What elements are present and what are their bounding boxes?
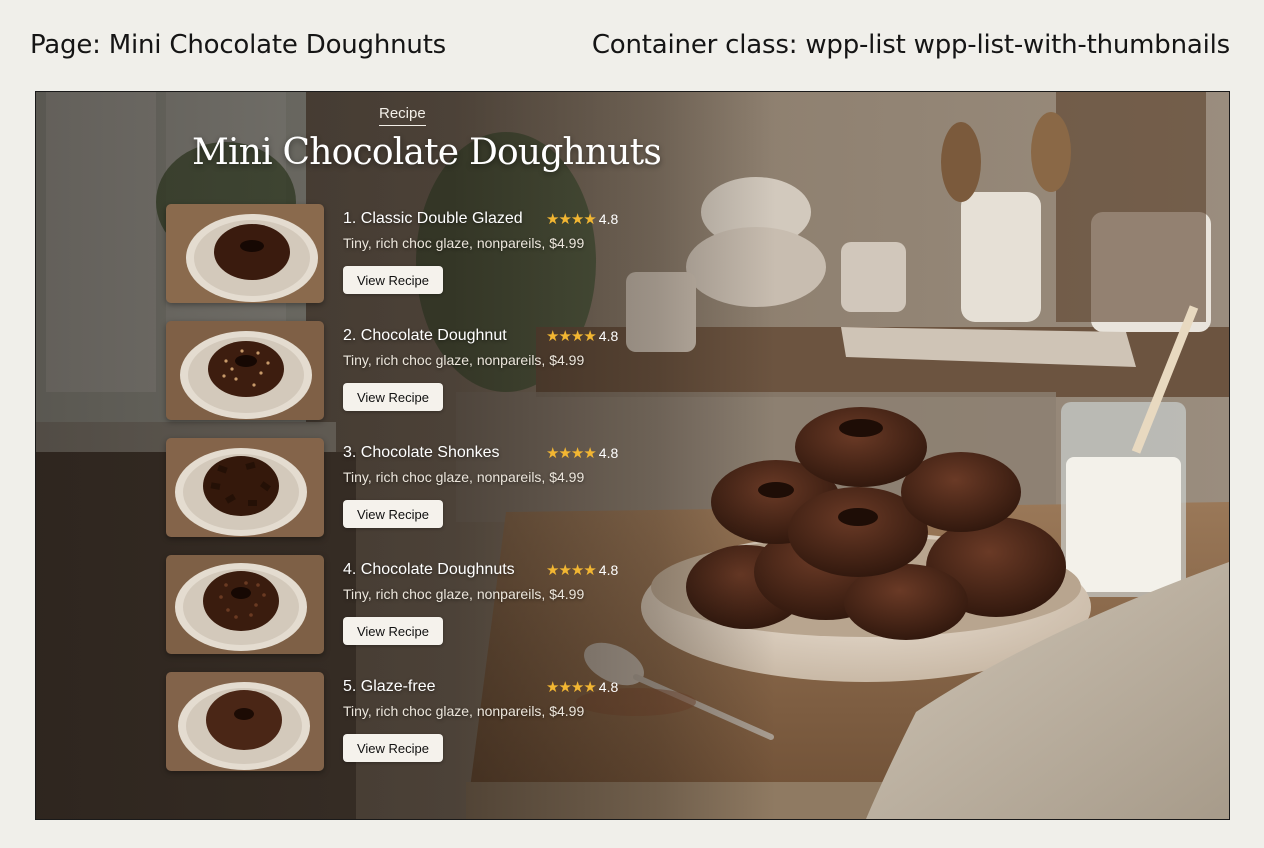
rating-value: 4.8 bbox=[598, 562, 619, 578]
sprinkled-doughnut-icon bbox=[166, 555, 324, 654]
recipe-title-link[interactable]: 2. Chocolate Doughnut bbox=[343, 327, 507, 345]
recipe-thumbnail[interactable] bbox=[166, 672, 324, 771]
rating: ★★★★ 4.8 bbox=[546, 210, 618, 229]
recipe-description: Tiny, rich choc glaze, nonpareils, $4.99 bbox=[343, 469, 585, 485]
rating: ★★★★ 4.8 bbox=[546, 327, 618, 346]
recipe-eyebrow-link[interactable]: Recipe bbox=[379, 105, 426, 126]
rating-value: 4.8 bbox=[598, 679, 619, 695]
plain-doughnut-icon bbox=[166, 672, 324, 771]
rating: ★★★★ 4.8 bbox=[546, 444, 618, 463]
recipe-description: Tiny, rich choc glaze, nonpareils, $4.99 bbox=[343, 703, 585, 719]
recipe-thumbnail[interactable] bbox=[166, 438, 324, 537]
list-item: 3. Chocolate Shonkes ★★★★ 4.8 Tiny, rich … bbox=[166, 438, 636, 538]
star-rating-icon: ★★★★ bbox=[546, 211, 597, 228]
recipe-description: Tiny, rich choc glaze, nonpareils, $4.99 bbox=[343, 235, 585, 251]
recipe-description: Tiny, rich choc glaze, nonpareils, $4.99 bbox=[343, 586, 585, 602]
sprinkled-doughnut-icon bbox=[166, 321, 324, 420]
recipe-title-link[interactable]: 5. Glaze-free bbox=[343, 678, 435, 696]
recipe-description: Tiny, rich choc glaze, nonpareils, $4.99 bbox=[343, 352, 585, 368]
view-recipe-button[interactable]: View Recipe bbox=[343, 266, 443, 294]
plain-glazed-doughnut-icon bbox=[166, 204, 324, 303]
recipe-title-link[interactable]: 3. Chocolate Shonkes bbox=[343, 444, 500, 462]
view-recipe-button[interactable]: View Recipe bbox=[343, 500, 443, 528]
list-item: 4. Chocolate Doughnuts ★★★★ 4.8 Tiny, ric… bbox=[166, 555, 636, 655]
recipe-thumbnail[interactable] bbox=[166, 555, 324, 654]
view-recipe-button[interactable]: View Recipe bbox=[343, 617, 443, 645]
rating: ★★★★ 4.8 bbox=[546, 561, 618, 580]
view-recipe-button[interactable]: View Recipe bbox=[343, 734, 443, 762]
view-recipe-button[interactable]: View Recipe bbox=[343, 383, 443, 411]
recipe-thumbnail[interactable] bbox=[166, 204, 324, 303]
star-rating-icon: ★★★★ bbox=[546, 679, 597, 696]
rating-value: 4.8 bbox=[598, 328, 619, 344]
chunky-doughnut-icon bbox=[166, 438, 324, 537]
recipe-thumbnail[interactable] bbox=[166, 321, 324, 420]
list-item: 1. Classic Double Glazed ★★★★ 4.8 Tiny, r… bbox=[166, 204, 636, 304]
rating-value: 4.8 bbox=[598, 445, 619, 461]
list-item: 2. Chocolate Doughnut ★★★★ 4.8 Tiny, rich… bbox=[166, 321, 636, 421]
page-caption: Page: Mini Chocolate Doughnuts bbox=[30, 30, 447, 60]
star-rating-icon: ★★★★ bbox=[546, 562, 597, 579]
recipe-title-link[interactable]: 4. Chocolate Doughnuts bbox=[343, 561, 515, 579]
container-class-caption: Container class: wpp-list wpp-list-with-… bbox=[591, 30, 1230, 60]
recipe-title-link[interactable]: 1. Classic Double Glazed bbox=[343, 210, 523, 228]
page-title: Mini Chocolate Doughnuts bbox=[192, 132, 662, 173]
star-rating-icon: ★★★★ bbox=[546, 445, 597, 462]
rating: ★★★★ 4.8 bbox=[546, 678, 618, 697]
list-item: 5. Glaze-free ★★★★ 4.8 Tiny, rich choc gl… bbox=[166, 672, 636, 772]
popular-posts-widget: Recipe Mini Chocolate Doughnuts 1. Class… bbox=[35, 91, 1230, 820]
rating-value: 4.8 bbox=[598, 211, 619, 227]
star-rating-icon: ★★★★ bbox=[546, 328, 597, 345]
